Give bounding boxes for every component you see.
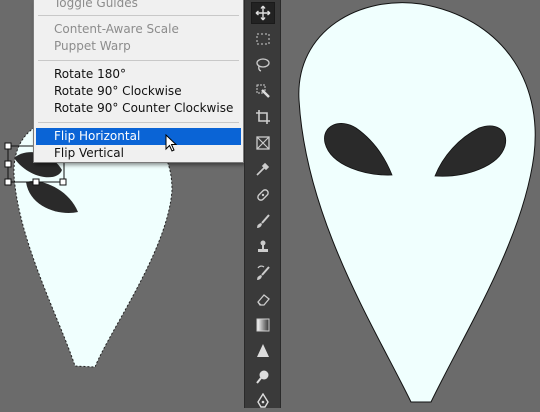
crop-icon <box>256 110 270 124</box>
menu-item-rotate-90-cw[interactable]: Rotate 90° Clockwise <box>34 83 243 100</box>
eraser-icon <box>257 294 270 306</box>
transform-handle <box>4 178 12 186</box>
alien-face-right <box>298 2 536 403</box>
brush-icon <box>257 214 270 228</box>
quick-selection-icon <box>256 84 270 98</box>
tools-panel <box>244 0 281 408</box>
tool-marquee[interactable] <box>251 28 275 50</box>
tool-history-brush[interactable] <box>251 262 275 284</box>
tool-sharpen[interactable] <box>251 340 275 362</box>
tool-pen[interactable] <box>251 390 275 412</box>
menu-item-flip-vertical[interactable]: Flip Vertical <box>34 145 243 162</box>
menu-item-content-aware-scale[interactable]: Content-Aware Scale <box>34 21 243 38</box>
move-icon <box>255 5 271 21</box>
sharpen-icon <box>257 344 269 357</box>
menu-item-toggle-guides[interactable]: Toggle Guides <box>34 0 243 12</box>
gradient-icon <box>256 318 270 332</box>
canvas-right[interactable] <box>281 0 540 408</box>
clone-stamp-icon <box>258 240 268 252</box>
pen-icon <box>257 393 269 408</box>
menu-separator <box>38 15 239 16</box>
tool-lasso[interactable] <box>251 54 275 76</box>
tool-eraser[interactable] <box>251 288 275 310</box>
menu-separator <box>38 60 239 61</box>
transform-handle <box>4 142 12 150</box>
history-brush-icon <box>257 265 270 280</box>
menu-item-rotate-90-ccw[interactable]: Rotate 90° Counter Clockwise <box>34 100 243 117</box>
tool-eyedropper[interactable] <box>251 158 275 180</box>
dodge-icon <box>256 370 269 384</box>
tool-dodge[interactable] <box>251 366 275 388</box>
tool-clone-stamp[interactable] <box>251 236 275 258</box>
transform-context-menu: Toggle Guides Content-Aware Scale Puppet… <box>33 0 244 163</box>
tool-quick-selection[interactable] <box>251 80 275 102</box>
eyedropper-icon <box>256 162 270 176</box>
tool-brush[interactable] <box>251 210 275 232</box>
tool-gradient[interactable] <box>251 314 275 336</box>
transform-handle <box>32 178 40 186</box>
menu-separator <box>38 122 239 123</box>
marquee-icon <box>256 33 270 45</box>
menu-item-flip-horizontal[interactable]: Flip Horizontal <box>36 128 241 145</box>
menu-item-rotate-180[interactable]: Rotate 180° <box>34 66 243 83</box>
frame-icon <box>256 136 270 150</box>
menu-item-puppet-warp[interactable]: Puppet Warp <box>34 38 243 55</box>
tool-frame[interactable] <box>251 132 275 154</box>
face-right-shape <box>298 2 536 403</box>
tool-crop[interactable] <box>251 106 275 128</box>
tool-spot-healing[interactable] <box>251 184 275 206</box>
mouse-cursor-icon <box>165 134 178 152</box>
spot-healing-icon <box>257 189 269 201</box>
transform-handle <box>59 178 67 186</box>
lasso-icon <box>256 58 270 72</box>
tool-move[interactable] <box>251 2 275 24</box>
transform-handle <box>4 160 12 168</box>
